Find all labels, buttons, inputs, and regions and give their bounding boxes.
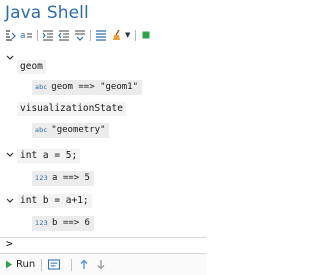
toolbar-separator bbox=[37, 29, 38, 41]
code-cell[interactable]: visualizationState bbox=[17, 102, 126, 116]
list-icon[interactable] bbox=[94, 29, 107, 42]
result-cell: abc geom ==> "geom1" bbox=[32, 80, 142, 95]
run-label: Run bbox=[16, 259, 36, 270]
bottom-separator bbox=[71, 258, 73, 271]
history-down-icon[interactable] bbox=[95, 259, 107, 271]
indent-icon[interactable] bbox=[41, 29, 54, 42]
type-badge: abc bbox=[35, 83, 48, 91]
history-up-icon[interactable] bbox=[78, 259, 90, 271]
play-icon bbox=[6, 260, 12, 269]
type-badge: abc bbox=[35, 126, 48, 134]
chevron-down-icon[interactable] bbox=[5, 196, 14, 205]
toolbar: a ▼ bbox=[4, 27, 202, 43]
toolbar-separator bbox=[135, 29, 137, 41]
dropdown-icon[interactable]: ▼ bbox=[125, 31, 130, 39]
result-cell: 123 b ==> 6 bbox=[32, 216, 94, 231]
result-cell: 123 a ==> 5 bbox=[32, 171, 94, 186]
code-cell[interactable]: geom bbox=[17, 60, 46, 74]
result-text: geom ==> "geom1" bbox=[51, 82, 138, 92]
snippet-icon[interactable] bbox=[48, 259, 61, 271]
chevron-down-icon[interactable] bbox=[5, 53, 14, 62]
result-text: "geometry" bbox=[51, 125, 106, 135]
outdent-icon[interactable] bbox=[57, 29, 70, 42]
bottom-toolbar: Run bbox=[0, 253, 206, 275]
input-prompt[interactable]: > bbox=[0, 237, 206, 250]
clear-icon[interactable] bbox=[110, 29, 123, 42]
app-title: Java Shell bbox=[5, 3, 89, 23]
result-cell: abc "geometry" bbox=[32, 123, 110, 138]
code-cell[interactable]: int b = a+1; bbox=[17, 194, 92, 208]
stop-icon[interactable] bbox=[139, 29, 152, 42]
prompt-symbol: > bbox=[6, 237, 13, 250]
result-text: b ==> 6 bbox=[52, 218, 90, 228]
result-text: a ==> 5 bbox=[52, 173, 90, 183]
bottom-separator bbox=[41, 258, 43, 271]
code-cell[interactable]: int a = 5; bbox=[17, 149, 81, 163]
toolbar-separator bbox=[90, 29, 91, 41]
history-panel: geom abc geom ==> "geom1" visualizationS… bbox=[0, 47, 206, 235]
type-badge: 123 bbox=[35, 219, 49, 227]
assign-icon[interactable]: a bbox=[20, 29, 33, 42]
run-button[interactable]: Run bbox=[5, 259, 35, 270]
collapse-icon[interactable] bbox=[73, 29, 86, 42]
svg-text:a: a bbox=[20, 31, 26, 41]
format-icon[interactable] bbox=[4, 29, 17, 42]
type-badge: 123 bbox=[35, 174, 49, 182]
chevron-down-icon[interactable] bbox=[5, 150, 14, 159]
